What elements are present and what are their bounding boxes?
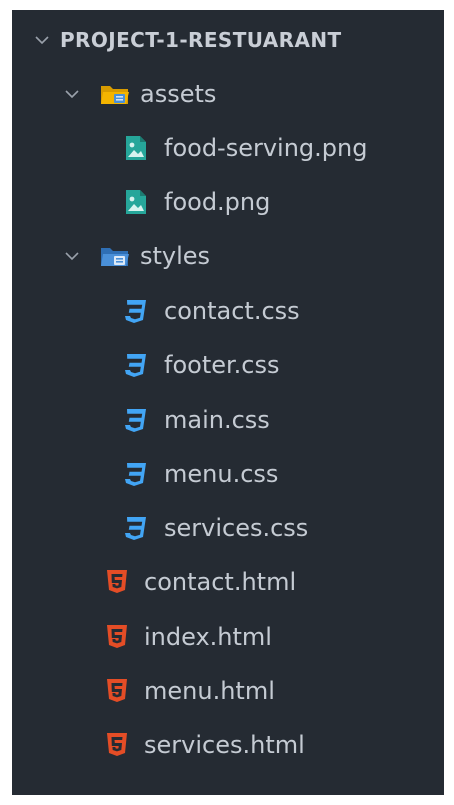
file-label: menu.html <box>144 677 275 705</box>
chevron-down-icon[interactable] <box>62 84 82 104</box>
css3-icon <box>124 352 148 378</box>
file-main-css[interactable]: main.css <box>12 396 444 444</box>
file-label: food.png <box>164 188 271 216</box>
css3-icon <box>124 461 148 487</box>
file-index-html[interactable]: index.html <box>12 613 444 661</box>
image-file-icon <box>124 134 148 162</box>
file-label: food-serving.png <box>164 134 368 162</box>
folder-open-images-icon <box>100 82 130 106</box>
file-menu-html[interactable]: menu.html <box>12 667 444 715</box>
file-label: services.css <box>164 514 309 542</box>
html5-icon <box>106 678 128 704</box>
folder-styles[interactable]: styles <box>12 232 444 280</box>
file-label: index.html <box>144 623 272 651</box>
css3-icon <box>124 407 148 433</box>
file-menu-css[interactable]: menu.css <box>12 450 444 498</box>
file-label: contact.html <box>144 568 297 596</box>
file-label: services.html <box>144 731 305 759</box>
file-label: contact.css <box>164 297 300 325</box>
project-name: PROJECT-1-RESTUARANT <box>60 28 342 52</box>
folder-open-styles-icon <box>100 244 130 268</box>
file-label: menu.css <box>164 460 279 488</box>
file-food-serving-png[interactable]: food-serving.png <box>12 124 444 172</box>
folder-assets[interactable]: assets <box>12 70 444 118</box>
file-services-css[interactable]: services.css <box>12 504 444 552</box>
explorer-root-project[interactable]: PROJECT-1-RESTUARANT <box>12 16 444 64</box>
css3-icon <box>124 298 148 324</box>
folder-label: styles <box>140 242 211 270</box>
file-label: main.css <box>164 406 270 434</box>
css3-icon <box>124 515 148 541</box>
file-explorer: PROJECT-1-RESTUARANT assets food-serving… <box>12 10 444 795</box>
file-label: footer.css <box>164 351 280 379</box>
html5-icon <box>106 569 128 595</box>
html5-icon <box>106 624 128 650</box>
file-footer-css[interactable]: footer.css <box>12 341 444 389</box>
folder-label: assets <box>140 80 217 108</box>
file-services-html[interactable]: services.html <box>12 721 444 769</box>
chevron-down-icon[interactable] <box>32 30 52 50</box>
file-contact-html[interactable]: contact.html <box>12 558 444 606</box>
file-food-png[interactable]: food.png <box>12 178 444 226</box>
image-file-icon <box>124 188 148 216</box>
file-contact-css[interactable]: contact.css <box>12 287 444 335</box>
chevron-down-icon[interactable] <box>62 246 82 266</box>
html5-icon <box>106 732 128 758</box>
